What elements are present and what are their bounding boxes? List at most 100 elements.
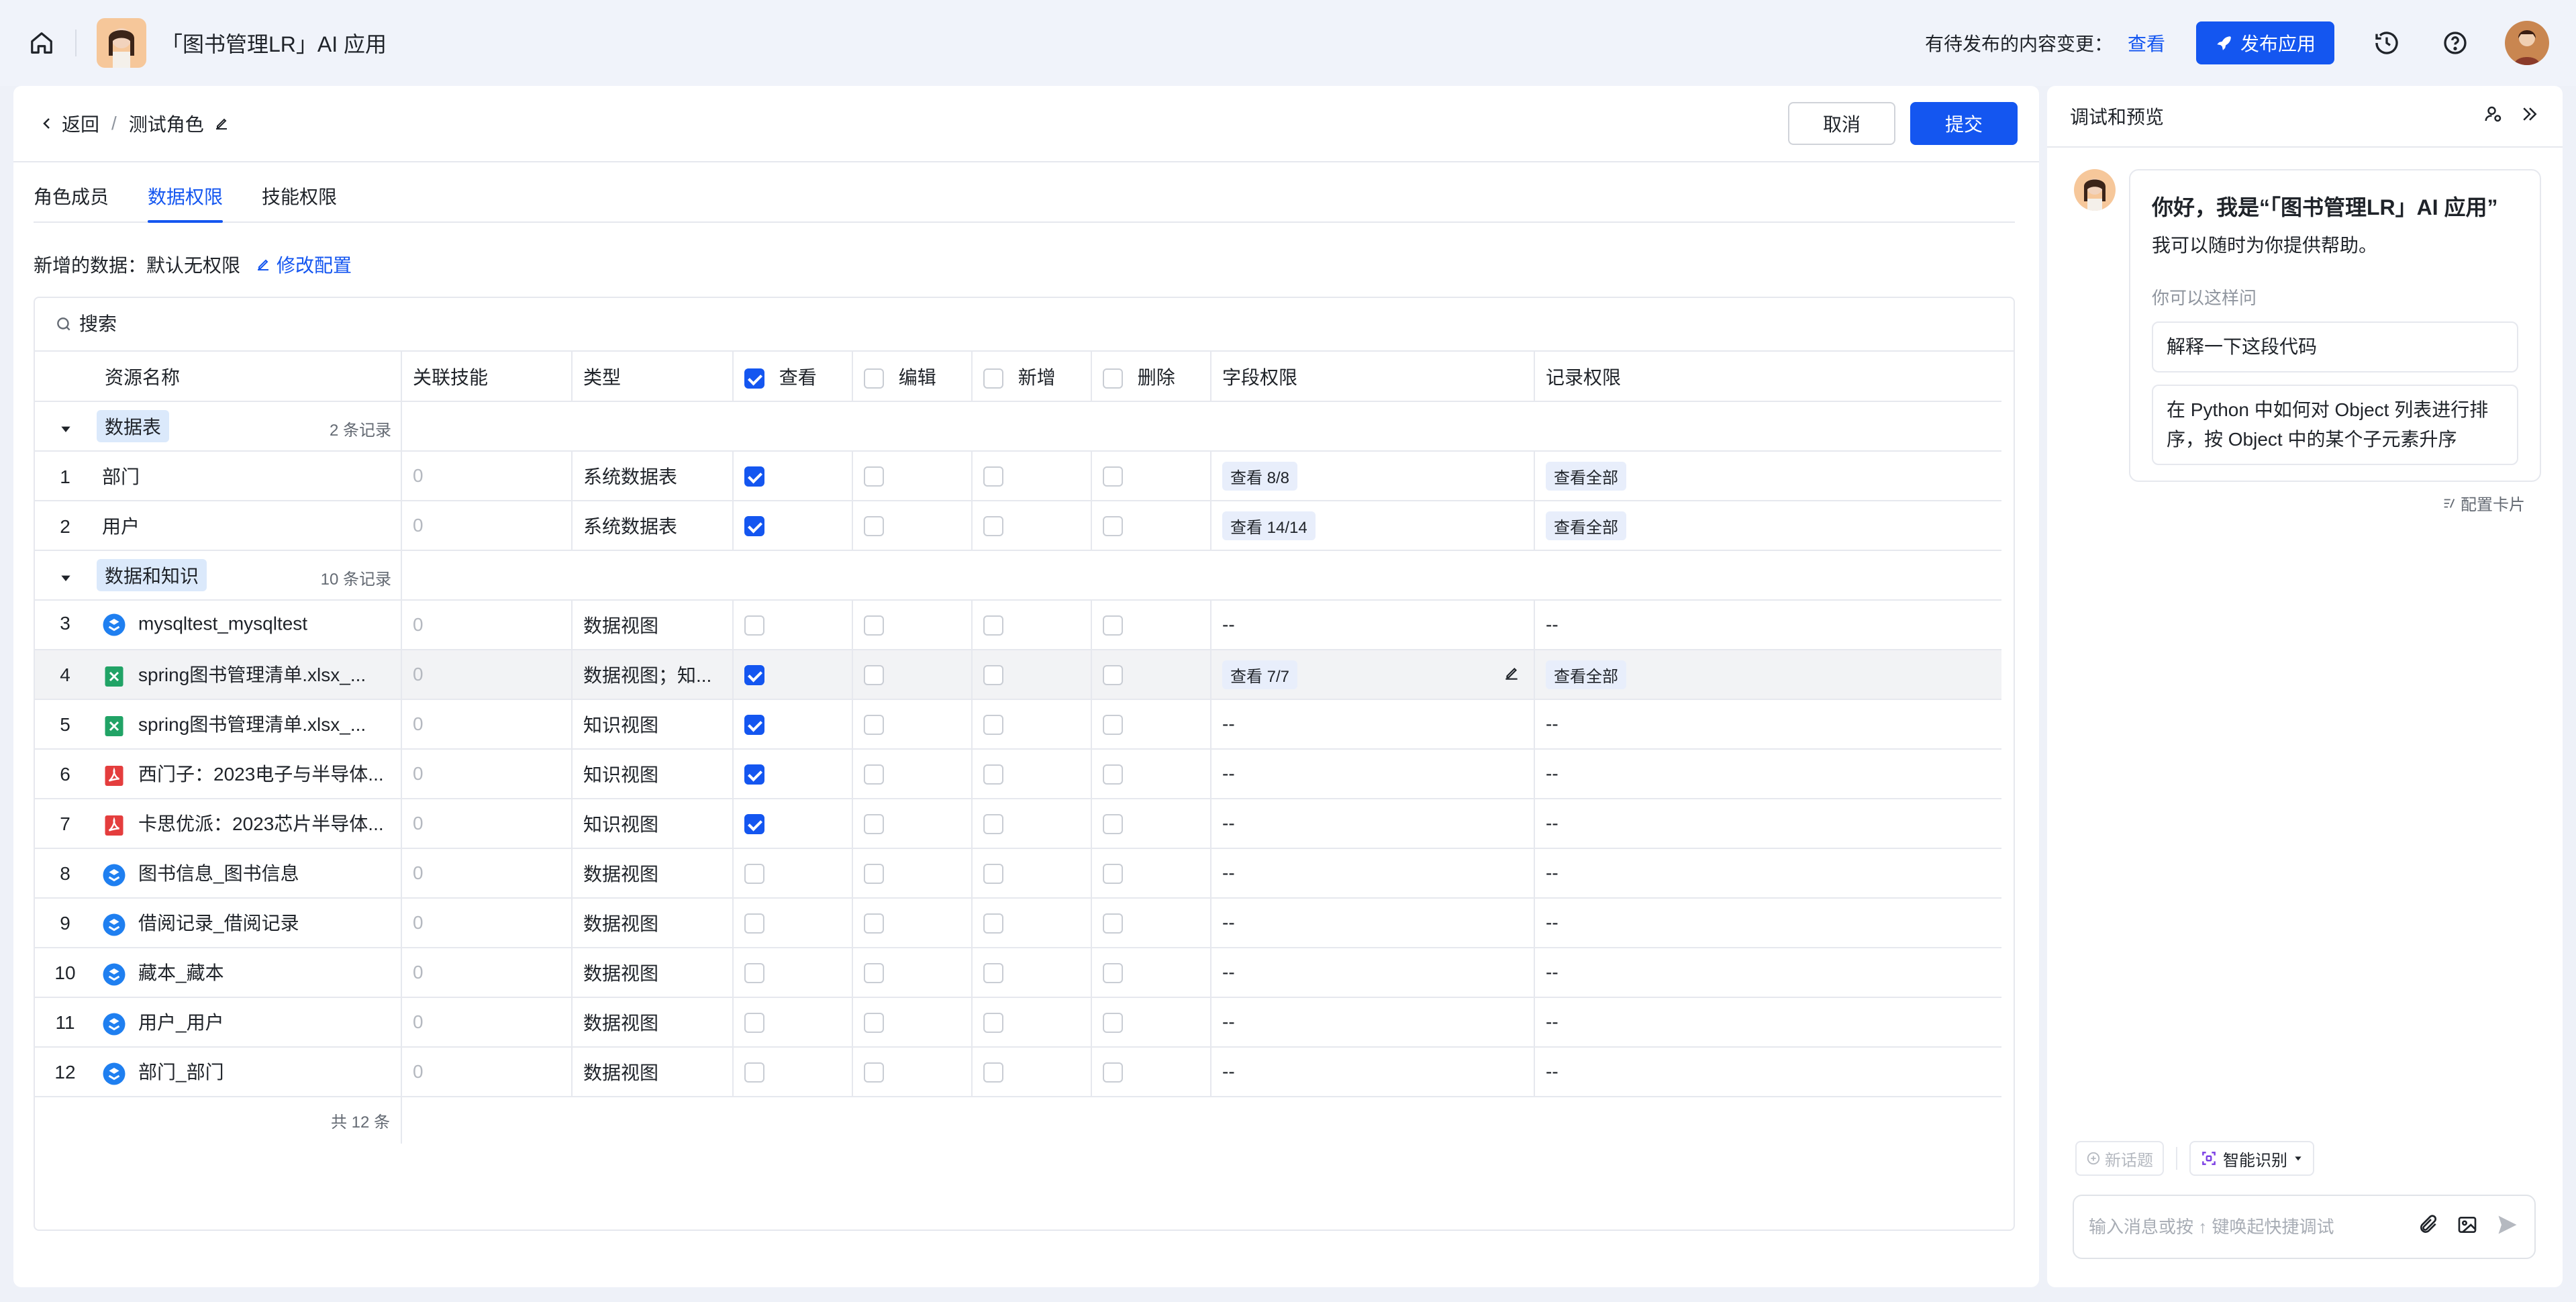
permission-checkbox[interactable]: [983, 913, 1003, 934]
permission-checkbox[interactable]: [1103, 1013, 1123, 1034]
view-checkbox[interactable]: [744, 864, 764, 885]
view-checkbox[interactable]: [744, 814, 764, 835]
permission-checkbox[interactable]: [864, 1062, 884, 1083]
permission-checkbox[interactable]: [864, 913, 884, 934]
search-input[interactable]: [79, 313, 482, 335]
table-row[interactable]: 8 图书信息_图书信息 0 数据视图 -- --: [35, 848, 2001, 899]
view-checkbox[interactable]: [744, 1013, 764, 1034]
permission-checkbox[interactable]: [1103, 814, 1123, 835]
permission-checkbox[interactable]: [983, 1013, 1003, 1034]
image-icon[interactable]: [2457, 1214, 2478, 1240]
table-row[interactable]: 4 spring图书管理清单.xlsx_... 0 数据视图；知... 查看 7/7 查看…: [35, 650, 2001, 700]
permission-checkbox[interactable]: [983, 814, 1003, 835]
submit-button[interactable]: 提交: [1910, 102, 2018, 145]
permission-checkbox[interactable]: [864, 516, 884, 537]
permission-checkbox[interactable]: [1103, 665, 1123, 686]
view-checkbox[interactable]: [744, 715, 764, 736]
field-permission-button[interactable]: 查看 8/8: [1222, 461, 1298, 491]
smart-recognition-dropdown[interactable]: 智能识别: [2189, 1141, 2314, 1176]
tab-skill-permission[interactable]: 技能权限: [262, 176, 337, 221]
permission-checkbox[interactable]: [864, 963, 884, 984]
record-permission-button[interactable]: 查看全部: [1546, 461, 1626, 491]
back-button[interactable]: 返回: [39, 110, 99, 137]
permission-checkbox[interactable]: [983, 615, 1003, 636]
group-row[interactable]: 数据表 2 条记录: [35, 401, 2001, 452]
table-row[interactable]: 2 用户 0 系统数据表 查看 14/14 查看全部: [35, 501, 2001, 551]
permission-checkbox[interactable]: [864, 814, 884, 835]
user-settings-icon[interactable]: [2483, 104, 2504, 129]
table-row[interactable]: 3 mysqltest_mysqltest 0 数据视图 -- --: [35, 600, 2001, 650]
modify-config-link[interactable]: 修改配置: [255, 251, 352, 278]
table-row[interactable]: 12 部门_部门 0 数据视图 -- --: [35, 1047, 2001, 1097]
group-row[interactable]: 数据和知识 10 条记录: [35, 550, 2001, 601]
permission-checkbox[interactable]: [1103, 913, 1123, 934]
record-permission-button[interactable]: 查看全部: [1546, 660, 1626, 689]
field-permission-button[interactable]: 查看 14/14: [1222, 511, 1316, 540]
permission-checkbox[interactable]: [864, 665, 884, 686]
history-icon[interactable]: [2371, 27, 2403, 59]
permission-checkbox[interactable]: [1103, 963, 1123, 984]
new-topic-button[interactable]: 新话题: [2075, 1141, 2164, 1176]
permission-checkbox[interactable]: [1103, 466, 1123, 487]
edit-all-checkbox[interactable]: [864, 368, 884, 389]
collapse-icon[interactable]: [2520, 104, 2540, 129]
publish-button[interactable]: 发布应用: [2195, 21, 2334, 64]
user-avatar[interactable]: [2505, 21, 2549, 65]
suggestion-2[interactable]: 在 Python 中如何对 Object 列表进行排序，按 Object 中的某…: [2152, 385, 2518, 465]
edit-icon[interactable]: [213, 115, 230, 132]
table-row[interactable]: 11 用户_用户 0 数据视图 -- --: [35, 997, 2001, 1048]
table-row[interactable]: 1 部门 0 系统数据表 查看 8/8 查看全部: [35, 451, 2001, 501]
view-checkbox[interactable]: [744, 913, 764, 934]
delete-all-checkbox[interactable]: [1103, 368, 1123, 389]
permission-checkbox[interactable]: [864, 615, 884, 636]
chat-input[interactable]: [2089, 1216, 2418, 1238]
view-checkbox[interactable]: [744, 466, 764, 487]
permission-checkbox[interactable]: [864, 715, 884, 736]
view-all-checkbox[interactable]: [744, 368, 764, 389]
permission-checkbox[interactable]: [1103, 864, 1123, 885]
permission-checkbox[interactable]: [983, 715, 1003, 736]
help-icon[interactable]: [2439, 27, 2471, 59]
permission-checkbox[interactable]: [983, 764, 1003, 785]
table-row[interactable]: 6 西门子：2023电子与半导体... 0 知识视图 -- --: [35, 749, 2001, 799]
view-checkbox[interactable]: [744, 764, 764, 785]
pending-view-link[interactable]: 查看: [2128, 30, 2165, 56]
view-checkbox[interactable]: [744, 516, 764, 537]
home-icon[interactable]: [27, 28, 56, 58]
tab-data-permission[interactable]: 数据权限: [148, 176, 224, 223]
permission-checkbox[interactable]: [864, 466, 884, 487]
caret-down-icon[interactable]: [59, 571, 72, 585]
permission-checkbox[interactable]: [864, 764, 884, 785]
table-row[interactable]: 7 卡思优派：2023芯片半导体... 0 知识视图 -- --: [35, 799, 2001, 849]
view-checkbox[interactable]: [744, 963, 764, 984]
permission-checkbox[interactable]: [983, 665, 1003, 686]
cancel-button[interactable]: 取消: [1788, 102, 1895, 145]
config-card-link[interactable]: 配置卡片: [2442, 491, 2525, 515]
permission-checkbox[interactable]: [1103, 615, 1123, 636]
permission-checkbox[interactable]: [1103, 1062, 1123, 1083]
view-checkbox[interactable]: [744, 615, 764, 636]
suggestion-1[interactable]: 解释一下这段代码: [2152, 321, 2518, 372]
permission-checkbox[interactable]: [1103, 715, 1123, 736]
permission-checkbox[interactable]: [983, 1062, 1003, 1083]
view-checkbox[interactable]: [744, 665, 764, 686]
permission-checkbox[interactable]: [983, 864, 1003, 885]
add-all-checkbox[interactable]: [983, 368, 1003, 389]
table-row[interactable]: 10 藏本_藏本 0 数据视图 -- --: [35, 948, 2001, 998]
permission-checkbox[interactable]: [864, 1013, 884, 1034]
permission-checkbox[interactable]: [1103, 764, 1123, 785]
permission-checkbox[interactable]: [983, 963, 1003, 984]
caret-down-icon[interactable]: [59, 422, 72, 436]
edit-icon[interactable]: [1503, 664, 1520, 682]
permission-checkbox[interactable]: [1103, 516, 1123, 537]
view-checkbox[interactable]: [744, 1062, 764, 1083]
table-row[interactable]: 5 spring图书管理清单.xlsx_... 0 知识视图 -- --: [35, 699, 2001, 750]
permission-checkbox[interactable]: [983, 516, 1003, 537]
permission-checkbox[interactable]: [864, 864, 884, 885]
field-permission-button[interactable]: 查看 7/7: [1222, 660, 1298, 689]
tab-role-members[interactable]: 角色成员: [34, 176, 109, 221]
table-row[interactable]: 9 借阅记录_借阅记录 0 数据视图 -- --: [35, 898, 2001, 948]
send-icon[interactable]: [2495, 1213, 2520, 1242]
record-permission-button[interactable]: 查看全部: [1546, 511, 1626, 540]
permission-checkbox[interactable]: [983, 466, 1003, 487]
